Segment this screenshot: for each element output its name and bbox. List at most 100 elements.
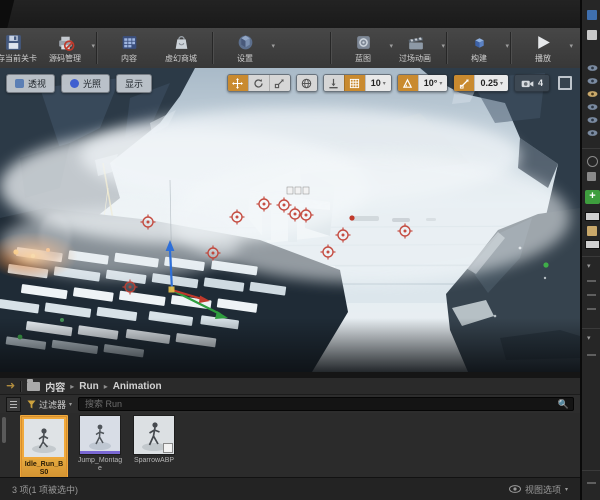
right-panel-edge: + ▾ ▾ — [580, 0, 600, 500]
rotate-tool-button[interactable] — [247, 75, 269, 91]
breadcrumb-separator-icon: ▸ — [103, 381, 108, 391]
funnel-icon — [27, 399, 36, 409]
sources-panel-toggle[interactable] — [6, 396, 21, 412]
dropdown-caret-icon[interactable]: ▾ — [441, 42, 445, 50]
build-button[interactable]: 构建 ▾ — [453, 29, 509, 68]
scale-snap-value[interactable]: 0.25 ▾ — [474, 75, 508, 91]
cinematics-button[interactable]: 过场动画 ▾ — [389, 29, 445, 68]
blueprints-icon — [354, 33, 373, 52]
visibility-eye-icon[interactable] — [587, 129, 598, 137]
coordinate-space-group — [295, 74, 318, 92]
section-caret-icon[interactable]: ▾ — [587, 334, 591, 342]
breadcrumb-run[interactable]: Run — [79, 381, 98, 392]
breadcrumb-content[interactable]: 内容 — [45, 379, 65, 394]
add-component-button[interactable]: + — [585, 190, 600, 204]
world-local-toggle-button[interactable] — [296, 75, 317, 91]
panel-icon[interactable] — [587, 172, 596, 181]
toolbar-separator — [510, 32, 512, 64]
view-options-button[interactable]: 视图选项 ▾ — [508, 483, 568, 496]
show-flags-button[interactable]: 显示 — [116, 74, 153, 93]
surface-snap-icon — [329, 78, 338, 88]
angle-snap-icon — [403, 78, 413, 88]
camera-speed-button[interactable]: 4 — [514, 75, 549, 91]
asset-search-input[interactable] — [83, 398, 554, 410]
toolbar-separator — [330, 32, 332, 64]
toolbar-separator — [446, 32, 448, 64]
panel-divider — [582, 470, 600, 471]
asset-tile-jump-montage[interactable]: Jump_Montage — [78, 415, 122, 473]
rotation-snap-value[interactable]: 10° ▾ — [417, 75, 448, 91]
source-control-button[interactable]: 源码管理 ▾ — [39, 29, 95, 68]
breadcrumb-divider — [20, 380, 23, 392]
content-browser-button[interactable]: 内容 — [103, 29, 155, 68]
marketplace-button[interactable]: 虚幻商城 — [155, 29, 207, 68]
breadcrumb-animation[interactable]: Animation — [113, 381, 162, 392]
character-thumbnail-figure — [80, 416, 120, 454]
details-field-edge[interactable] — [585, 212, 600, 221]
perspective-icon — [15, 79, 24, 88]
scale-tool-button[interactable] — [268, 75, 290, 91]
visibility-eye-icon[interactable] — [587, 90, 598, 98]
character-thumbnail-figure — [24, 419, 64, 457]
asset-thumbnail — [22, 417, 66, 459]
panel-divider — [582, 328, 600, 329]
asset-tile-sparrow-abp[interactable]: SparrowABP — [132, 415, 176, 465]
panel-tab-icon[interactable] — [587, 30, 597, 40]
blueprints-button[interactable]: 蓝图 ▾ — [337, 29, 393, 68]
rotation-snap-toggle-button[interactable] — [397, 75, 418, 91]
level-viewport[interactable]: 透视 光照 显示 10 ▾ 10° ▾ 0.25 ▾ 4 — [0, 68, 580, 372]
dropdown-caret-icon[interactable]: ▾ — [505, 42, 509, 50]
forward-arrow-icon[interactable]: ➜ — [6, 380, 15, 392]
montage-type-color-bar — [80, 451, 120, 454]
panel-divider — [582, 148, 600, 149]
asset-name: Jump_Montage — [77, 457, 123, 473]
save-icon — [4, 33, 23, 52]
visibility-eye-icon[interactable] — [587, 116, 598, 124]
unreal-editor-window: 保存当前关卡 源码管理 ▾ 内容 虚幻商城 设置 ▾ 蓝图 ▾ — [0, 0, 600, 500]
window-top-bar — [0, 0, 600, 38]
grid-snap-icon — [350, 78, 360, 88]
asset-count-status: 3 项(1 项被选中) — [12, 484, 79, 495]
details-row-edge — [587, 280, 596, 282]
details-row-edge — [587, 354, 596, 356]
eye-icon — [508, 485, 521, 493]
grid-snap-group: 10 ▾ — [322, 74, 392, 92]
lit-sphere-icon — [70, 79, 80, 88]
section-caret-icon[interactable]: ▾ — [587, 262, 591, 270]
bottom-vignette — [0, 318, 580, 372]
camera-icon — [521, 80, 534, 87]
dropdown-caret-icon[interactable]: ▾ — [271, 42, 275, 50]
sources-scrollbar[interactable] — [2, 417, 6, 443]
panel-divider — [582, 256, 600, 257]
visibility-eye-icon[interactable] — [587, 103, 598, 111]
folder-icon — [27, 378, 41, 391]
content-browser-status-bar: 3 项(1 项被选中) 视图选项 ▾ — [0, 477, 580, 500]
surface-snap-button[interactable] — [323, 75, 344, 91]
build-icon — [470, 33, 489, 52]
perspective-button[interactable]: 透视 — [6, 74, 56, 93]
panel-tab-icon[interactable] — [587, 10, 597, 20]
main-toolbar: 保存当前关卡 源码管理 ▾ 内容 虚幻商城 设置 ▾ 蓝图 ▾ — [0, 28, 580, 69]
visibility-eye-icon[interactable] — [587, 64, 598, 72]
play-icon — [534, 33, 553, 52]
dropdown-caret-icon: ▾ — [439, 80, 443, 87]
details-field-edge[interactable] — [585, 240, 600, 249]
move-tool-button[interactable] — [227, 75, 248, 91]
play-button[interactable]: 播放 ▾ — [517, 29, 573, 68]
dropdown-caret-icon: ▾ — [69, 401, 73, 408]
settings-button[interactable]: 设置 ▾ — [219, 29, 275, 68]
filters-button[interactable]: 过滤器 ▾ — [27, 398, 72, 411]
transform-tools-group — [226, 74, 291, 92]
save-level-button[interactable]: 保存当前关卡 — [0, 29, 39, 68]
dropdown-caret-icon[interactable]: ▾ — [91, 42, 95, 50]
maximize-viewport-icon[interactable] — [558, 76, 572, 90]
grid-snap-value[interactable]: 10 ▾ — [364, 75, 391, 91]
launch-button[interactable]: 启动 ▾ — [569, 29, 580, 68]
lit-mode-button[interactable]: 光照 — [61, 74, 111, 93]
info-circle-icon[interactable] — [587, 156, 598, 167]
grid-snap-toggle-button[interactable] — [343, 75, 365, 91]
visibility-eye-icon[interactable] — [587, 77, 598, 85]
details-icon[interactable] — [587, 226, 597, 236]
details-row-edge — [587, 308, 596, 310]
scale-snap-toggle-button[interactable] — [454, 75, 475, 91]
